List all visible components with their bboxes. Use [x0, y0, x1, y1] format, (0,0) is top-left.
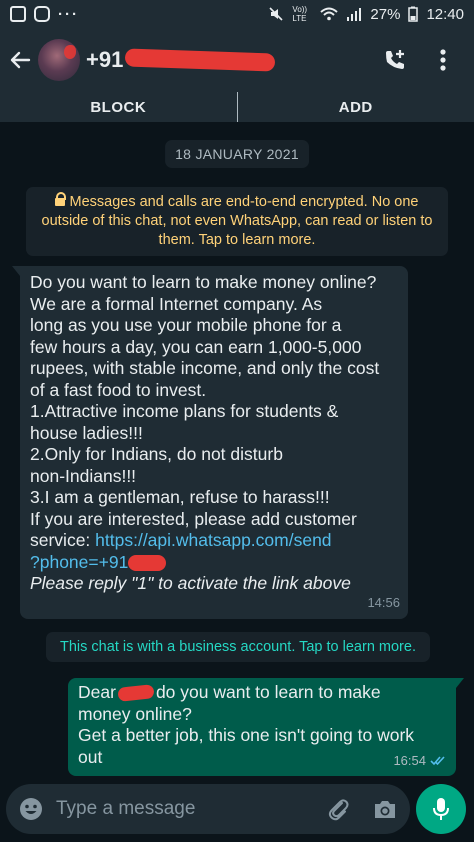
service-label: service: [30, 530, 96, 550]
message-input[interactable] [56, 798, 326, 820]
message-line: non-Indians!!! [30, 465, 137, 486]
message-line: 3.I am a gentleman, refuse to harass!!! [30, 487, 330, 507]
status-time: 12:40 [426, 5, 464, 23]
message-line: service: https://api.whatsapp.com/send [30, 530, 398, 552]
attach-icon[interactable] [326, 796, 350, 822]
message-link-continued[interactable]: ?phone=+91 [30, 552, 128, 572]
status-dots: ··· [58, 5, 79, 23]
message-time: 14:56 [367, 595, 400, 610]
message-time: 16:54 [393, 752, 426, 768]
more-vertical-icon[interactable] [430, 47, 456, 73]
add-call-icon[interactable] [382, 47, 408, 73]
lock-icon [55, 192, 67, 206]
emoji-icon[interactable] [18, 796, 44, 822]
message-line: ?phone=+91 [30, 552, 398, 574]
message-line: out [78, 746, 103, 767]
wifi-icon [320, 7, 339, 21]
message-line: of a fast food to invest. [30, 379, 207, 400]
date-chip: 18 JANUARY 2021 [165, 140, 309, 168]
redaction-mark [128, 554, 167, 571]
volte-label: Vo)) LTE [292, 5, 308, 23]
signal-icon [347, 8, 362, 21]
unknown-contact-actions: BLOCK ADD [0, 92, 474, 122]
message-line: Do you want to learn to make money onlin… [30, 272, 377, 292]
avatar-redaction [64, 45, 76, 59]
mute-icon [269, 7, 283, 21]
message-line: 1.Attractive income plans for students & [30, 401, 339, 421]
back-arrow-icon[interactable] [2, 28, 38, 92]
status-right: Vo)) LTE 27% 12:40 [268, 5, 464, 23]
message-composer [6, 784, 410, 834]
header-actions [382, 47, 456, 73]
status-bar: ··· Vo)) LTE 27% 12:40 [0, 0, 474, 28]
message-meta: 16:54 [393, 750, 448, 772]
camera-icon[interactable] [372, 797, 398, 821]
message-line: money online? [78, 703, 192, 724]
message-line: Get a better job, this one isn't going t… [78, 725, 415, 745]
battery-icon [408, 6, 419, 22]
message-line: rupees, with stable income, and only the… [30, 358, 380, 378]
encryption-notice[interactable]: Messages and calls are end-to-end encryp… [26, 187, 448, 256]
message-link[interactable]: https://api.whatsapp.com/send [95, 530, 331, 550]
message-line: 2.Only for Indians, do not disturb [30, 444, 283, 464]
business-account-notice[interactable]: This chat is with a business account. Ta… [46, 632, 430, 662]
message-line: We are a formal Internet company. As [30, 293, 323, 314]
message-line: few hours a day, you can earn 1,000-5,00… [30, 336, 362, 357]
encryption-text: Messages and calls are end-to-end encryp… [41, 194, 433, 248]
battery-percent: 27% [370, 5, 401, 23]
contact-name[interactable]: +91 [86, 47, 276, 73]
double-check-icon [430, 756, 445, 765]
incoming-message[interactable]: Do you want to learn to make money onlin… [12, 266, 408, 619]
redaction-mark [117, 684, 155, 703]
outgoing-message[interactable]: Dear do you want to learn to make money o… [68, 678, 464, 776]
contact-prefix: +91 [86, 47, 124, 72]
instagram-icon [34, 6, 50, 22]
message-line: house ladies!!! [30, 422, 143, 443]
block-button[interactable]: BLOCK [0, 99, 237, 116]
message-text: do you want to learn to make [155, 682, 381, 702]
message-line: If you are interested, please add custom… [30, 508, 357, 529]
add-contact-button[interactable]: ADD [238, 99, 474, 116]
mic-icon [433, 798, 449, 820]
greeting: Dear [78, 682, 116, 702]
chat-header: +91 [0, 28, 474, 92]
avatar[interactable] [38, 39, 80, 81]
message-line: Dear do you want to learn to make [78, 682, 446, 704]
message-line: long as you use your mobile phone for a [30, 315, 342, 335]
mic-button[interactable] [416, 784, 466, 834]
status-left: ··· [10, 6, 79, 23]
app-icon [10, 6, 26, 22]
redaction-mark [125, 48, 276, 72]
message-italic-line: Please reply "1" to activate the link ab… [30, 573, 351, 593]
